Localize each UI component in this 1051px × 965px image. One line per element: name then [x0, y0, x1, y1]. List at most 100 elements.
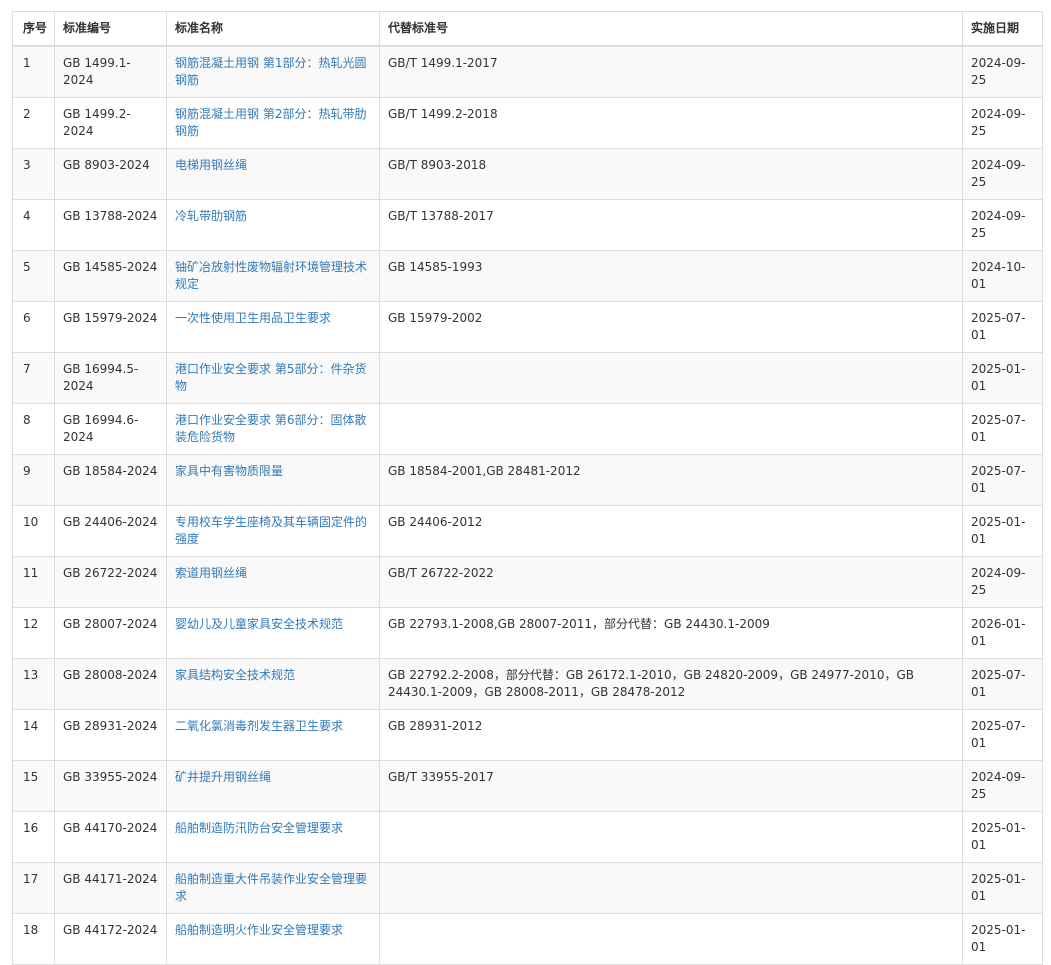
implementation-date: 2025-07-01 — [962, 658, 1043, 710]
table-row: 5 GB 14585-2024 铀矿冶放射性废物辐射环境管理技术规定 GB 14585… — [12, 250, 1043, 302]
replaced-standards: GB 22793.1-2008,GB 28007-2011，部分代替：GB 24… — [379, 607, 963, 659]
standard-name-link[interactable]: 冷轧带肋钢筋 — [175, 209, 247, 223]
implementation-date: 2026-01-01 — [962, 607, 1043, 659]
standard-code: GB 44172-2024 — [54, 913, 167, 965]
implementation-date: 2025-01-01 — [962, 862, 1043, 914]
standard-code: GB 13788-2024 — [54, 199, 167, 251]
standard-name-link[interactable]: 船舶制造明火作业安全管理要求 — [175, 923, 343, 937]
standards-table: 序号 标准编号 标准名称 代替标准号 实施日期 1 GB 1499.1-2024 钢… — [12, 11, 1043, 965]
row-number: 7 — [12, 352, 55, 404]
standard-name-link[interactable]: 钢筋混凝土用钢 第2部分：热轧带肋钢筋 — [175, 107, 366, 138]
standard-name: 钢筋混凝土用钢 第1部分：热轧光圆钢筋 — [166, 45, 380, 98]
table-row: 2 GB 1499.2-2024 钢筋混凝土用钢 第2部分：热轧带肋钢筋 GB/T 1… — [12, 97, 1043, 149]
implementation-date: 2025-07-01 — [962, 301, 1043, 353]
standard-name: 专用校车学生座椅及其车辆固定件的强度 — [166, 505, 380, 557]
table-row: 9 GB 18584-2024 家具中有害物质限量 GB 18584-2001,GB … — [12, 454, 1043, 506]
standard-name-link[interactable]: 家具中有害物质限量 — [175, 464, 283, 478]
standard-name-link[interactable]: 铀矿冶放射性废物辐射环境管理技术规定 — [175, 260, 367, 291]
row-number: 4 — [12, 199, 55, 251]
implementation-date: 2024-09-25 — [962, 556, 1043, 608]
replaced-standards: GB 22792.2-2008，部分代替：GB 26172.1-2010，GB … — [379, 658, 963, 710]
standard-name: 港口作业安全要求 第5部分：件杂货物 — [166, 352, 380, 404]
row-number: 1 — [12, 45, 55, 98]
standard-name-link[interactable]: 家具结构安全技术规范 — [175, 668, 295, 682]
standard-name: 家具中有害物质限量 — [166, 454, 380, 506]
table-row: 17 GB 44171-2024 船舶制造重大件吊装作业安全管理要求 2025-01-… — [12, 862, 1043, 914]
standard-code: GB 44170-2024 — [54, 811, 167, 863]
replaced-standards: GB/T 33955-2017 — [379, 760, 963, 812]
replaced-standards: GB 14585-1993 — [379, 250, 963, 302]
table-row: 6 GB 15979-2024 一次性使用卫生用品卫生要求 GB 15979-2002… — [12, 301, 1043, 353]
replaced-standards — [379, 403, 963, 455]
standard-name: 一次性使用卫生用品卫生要求 — [166, 301, 380, 353]
table-row: 10 GB 24406-2024 专用校车学生座椅及其车辆固定件的强度 GB 2440… — [12, 505, 1043, 557]
header-name: 标准名称 — [166, 11, 380, 47]
standard-name-link[interactable]: 港口作业安全要求 第6部分：固体散装危险货物 — [175, 413, 366, 444]
row-number: 18 — [12, 913, 55, 965]
standard-name: 铀矿冶放射性废物辐射环境管理技术规定 — [166, 250, 380, 302]
standards-table-container: 序号 标准编号 标准名称 代替标准号 实施日期 1 GB 1499.1-2024 钢… — [12, 11, 1043, 965]
row-number: 6 — [12, 301, 55, 353]
standard-code: GB 15979-2024 — [54, 301, 167, 353]
standard-name-link[interactable]: 电梯用钢丝绳 — [175, 158, 247, 172]
implementation-date: 2025-01-01 — [962, 352, 1043, 404]
implementation-date: 2025-01-01 — [962, 811, 1043, 863]
replaced-standards: GB/T 26722-2022 — [379, 556, 963, 608]
standard-name: 港口作业安全要求 第6部分：固体散装危险货物 — [166, 403, 380, 455]
table-row: 8 GB 16994.6-2024 港口作业安全要求 第6部分：固体散装危险货物 20… — [12, 403, 1043, 455]
row-number: 3 — [12, 148, 55, 200]
row-number: 2 — [12, 97, 55, 149]
implementation-date: 2025-01-01 — [962, 505, 1043, 557]
standard-name-link[interactable]: 港口作业安全要求 第5部分：件杂货物 — [175, 362, 366, 393]
row-number: 17 — [12, 862, 55, 914]
standard-name: 钢筋混凝土用钢 第2部分：热轧带肋钢筋 — [166, 97, 380, 149]
standard-name-link[interactable]: 钢筋混凝土用钢 第1部分：热轧光圆钢筋 — [175, 56, 366, 87]
row-number: 15 — [12, 760, 55, 812]
implementation-date: 2025-07-01 — [962, 709, 1043, 761]
standard-code: GB 33955-2024 — [54, 760, 167, 812]
standard-name: 船舶制造防汛防台安全管理要求 — [166, 811, 380, 863]
replaced-standards: GB 15979-2002 — [379, 301, 963, 353]
standard-name: 家具结构安全技术规范 — [166, 658, 380, 710]
standard-code: GB 24406-2024 — [54, 505, 167, 557]
implementation-date: 2025-07-01 — [962, 403, 1043, 455]
standard-name-link[interactable]: 一次性使用卫生用品卫生要求 — [175, 311, 331, 325]
table-row: 15 GB 33955-2024 矿井提升用钢丝绳 GB/T 33955-2017 20… — [12, 760, 1043, 812]
implementation-date: 2024-09-25 — [962, 148, 1043, 200]
table-body: 1 GB 1499.1-2024 钢筋混凝土用钢 第1部分：热轧光圆钢筋 GB/T 1… — [12, 45, 1043, 965]
row-number: 5 — [12, 250, 55, 302]
standard-name-link[interactable]: 婴幼儿及儿童家具安全技术规范 — [175, 617, 343, 631]
row-number: 8 — [12, 403, 55, 455]
header-no: 序号 — [12, 11, 55, 47]
replaced-standards: GB 18584-2001,GB 28481-2012 — [379, 454, 963, 506]
standard-code: GB 8903-2024 — [54, 148, 167, 200]
replaced-standards: GB/T 1499.2-2018 — [379, 97, 963, 149]
standard-name-link[interactable]: 船舶制造重大件吊装作业安全管理要求 — [175, 872, 367, 903]
standard-name-link[interactable]: 矿井提升用钢丝绳 — [175, 770, 271, 784]
standard-name-link[interactable]: 专用校车学生座椅及其车辆固定件的强度 — [175, 515, 367, 546]
standard-name: 电梯用钢丝绳 — [166, 148, 380, 200]
standard-code: GB 16994.6-2024 — [54, 403, 167, 455]
standard-name-link[interactable]: 二氧化氯消毒剂发生器卫生要求 — [175, 719, 343, 733]
replaced-standards — [379, 862, 963, 914]
row-number: 14 — [12, 709, 55, 761]
implementation-date: 2024-09-25 — [962, 45, 1043, 98]
standard-name: 婴幼儿及儿童家具安全技术规范 — [166, 607, 380, 659]
replaced-standards: GB/T 8903-2018 — [379, 148, 963, 200]
header-date: 实施日期 — [962, 11, 1043, 47]
standard-name-link[interactable]: 船舶制造防汛防台安全管理要求 — [175, 821, 343, 835]
row-number: 10 — [12, 505, 55, 557]
row-number: 13 — [12, 658, 55, 710]
standard-name: 索道用钢丝绳 — [166, 556, 380, 608]
table-row: 13 GB 28008-2024 家具结构安全技术规范 GB 22792.2-2008… — [12, 658, 1043, 710]
standard-code: GB 28931-2024 — [54, 709, 167, 761]
standard-code: GB 28008-2024 — [54, 658, 167, 710]
implementation-date: 2024-09-25 — [962, 760, 1043, 812]
implementation-date: 2025-07-01 — [962, 454, 1043, 506]
standard-code: GB 18584-2024 — [54, 454, 167, 506]
replaced-standards — [379, 811, 963, 863]
table-row: 1 GB 1499.1-2024 钢筋混凝土用钢 第1部分：热轧光圆钢筋 GB/T 1… — [12, 45, 1043, 98]
standard-name-link[interactable]: 索道用钢丝绳 — [175, 566, 247, 580]
header-replaces: 代替标准号 — [379, 11, 963, 47]
header-row: 序号 标准编号 标准名称 代替标准号 实施日期 — [12, 11, 1043, 47]
